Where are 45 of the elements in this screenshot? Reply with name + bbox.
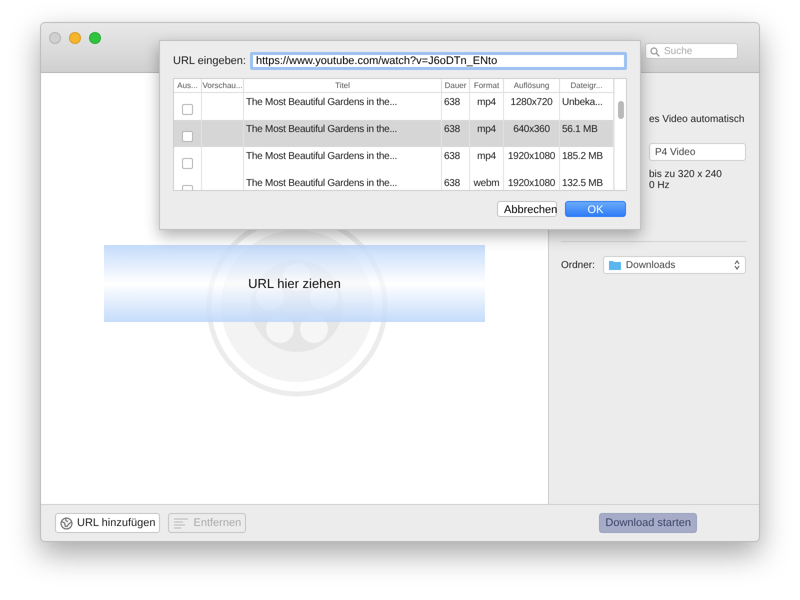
column-header[interactable]: Auflösung	[504, 79, 560, 92]
auto-setting-text: es Video automatisch	[649, 113, 746, 127]
column-header[interactable]: Titel	[244, 79, 442, 92]
url-field[interactable]: https://www.youtube.com/watch?v=J6oDTn_ENto	[250, 52, 627, 70]
window-control-icon[interactable]	[89, 32, 101, 44]
list-icon	[173, 516, 190, 530]
table-cell: 185.2 MB	[560, 147, 614, 174]
table-cell: 638	[442, 147, 470, 174]
search-field[interactable]: Suche	[645, 43, 738, 59]
info-text: 0 Hz	[649, 180, 671, 191]
cancel-button[interactable]: Abbrechen	[497, 201, 557, 217]
table-cell: 1920x1080	[504, 147, 560, 174]
column-header[interactable]: Dateigr...	[560, 79, 614, 92]
table-cell: 56.1 MB	[560, 120, 614, 147]
table-row[interactable]: The Most Beautiful Gardens in the... 638 mp4 640x360 56.1 MB	[174, 120, 614, 147]
add-url-button[interactable]: URL hinzufügen	[55, 513, 160, 533]
url-label: URL eingeben:	[173, 54, 246, 69]
column-header[interactable]: Format	[470, 79, 504, 92]
folder-icon	[608, 260, 621, 270]
column-header[interactable]: Vorschau...	[202, 79, 244, 92]
window-control-icon[interactable]	[49, 32, 61, 44]
table-cell: 640x360	[504, 120, 560, 147]
table-cell: mp4	[470, 147, 504, 174]
folder-label: Ordner:	[561, 258, 595, 272]
table-cell: 638	[442, 120, 470, 147]
table-cell: mp4	[470, 120, 504, 147]
table-cell: The Most Beautiful Gardens in the...	[244, 174, 442, 190]
scrollbar-thumb[interactable]	[618, 101, 624, 119]
column-header[interactable]: Dauer	[442, 79, 470, 92]
drop-zone-label: URL hier ziehen	[248, 274, 341, 293]
table-row[interactable]: The Most Beautiful Gardens in the... 638 mp4 1920x1080 185.2 MB	[174, 147, 614, 174]
window-control-icon[interactable]	[69, 32, 81, 44]
checkbox[interactable]	[182, 104, 193, 115]
drop-zone[interactable]: URL hier ziehen	[104, 245, 485, 322]
table-cell: The Most Beautiful Gardens in the...	[244, 120, 442, 147]
table-cell: The Most Beautiful Gardens in the...	[244, 147, 442, 174]
column-header[interactable]: Aus...	[174, 79, 202, 92]
checkbox[interactable]	[182, 131, 193, 142]
format-dropdown[interactable]: P4 Video	[649, 143, 746, 161]
folder-dropdown[interactable]: Downloads	[602, 256, 746, 274]
checkbox[interactable]	[182, 158, 193, 169]
table-cell: 638	[442, 174, 470, 190]
stepper-icon	[734, 260, 740, 270]
globe-icon	[60, 516, 73, 530]
info-text: bis zu 320 x 240	[649, 169, 723, 180]
